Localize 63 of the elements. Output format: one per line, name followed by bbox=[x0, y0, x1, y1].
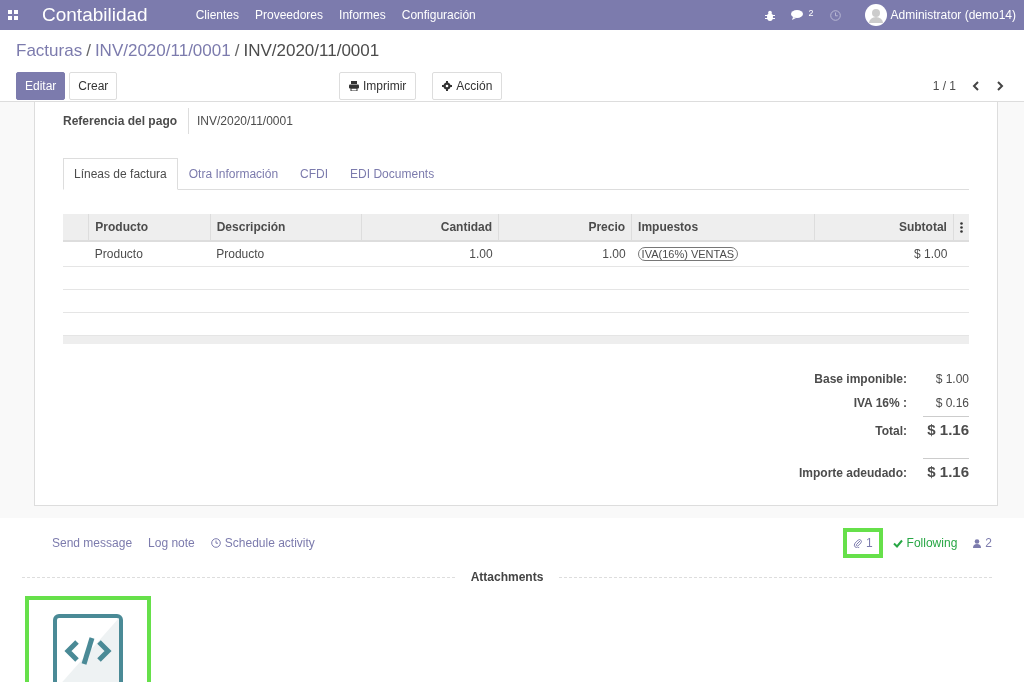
total-value: $ 1.00 bbox=[934, 371, 969, 388]
column-header[interactable]: Precio bbox=[498, 214, 632, 241]
bug-icon[interactable] bbox=[764, 9, 775, 21]
user-name[interactable]: Administrator (demo14) bbox=[890, 6, 1016, 24]
message-count: 2 bbox=[808, 9, 814, 18]
table-cell: 1.00 bbox=[498, 241, 632, 267]
breadcrumb: INV/2020/11/0001 bbox=[243, 40, 380, 62]
table-cell: Producto bbox=[88, 241, 211, 267]
chevron-left-icon[interactable] bbox=[972, 80, 980, 91]
chevron-right-icon[interactable] bbox=[996, 80, 1004, 91]
column-header[interactable]: Impuestos bbox=[631, 214, 815, 241]
total-value: $ 0.16 bbox=[934, 395, 969, 412]
menu-item[interactable]: Informes bbox=[339, 6, 386, 24]
menu-item[interactable]: Proveedores bbox=[255, 6, 324, 24]
following-button[interactable]: Following bbox=[892, 534, 958, 552]
total-value: $ 1.16 bbox=[923, 457, 969, 483]
create-button[interactable]: Crear bbox=[69, 71, 118, 100]
column-header[interactable]: Descripción bbox=[210, 214, 362, 241]
menu-item[interactable]: Configuración bbox=[401, 6, 476, 24]
app-title: Contabilidad bbox=[42, 2, 148, 27]
schedule-activity-link[interactable]: Schedule activity bbox=[210, 534, 315, 552]
total-label: Importe adeudado: bbox=[799, 464, 908, 482]
breadcrumb-separator: / bbox=[86, 40, 91, 62]
edit-button[interactable]: Editar bbox=[16, 71, 66, 100]
apps-menu-icon[interactable] bbox=[8, 10, 18, 20]
table-cell: Producto bbox=[210, 241, 362, 267]
chatter-link[interactable]: Log note bbox=[148, 534, 195, 552]
table-cell: $ 1.00 bbox=[814, 241, 954, 267]
clock-icon bbox=[210, 538, 221, 548]
chat-icon[interactable] bbox=[790, 9, 805, 21]
tab[interactable]: EDI Documents bbox=[339, 158, 446, 190]
attachments-heading: Attachments bbox=[470, 569, 544, 586]
chatter-link[interactable]: Send message bbox=[52, 534, 133, 552]
avatar-icon[interactable] bbox=[864, 4, 887, 26]
pager-value: 1 / 1 bbox=[932, 77, 956, 95]
followers-button[interactable]: 2 bbox=[973, 534, 992, 552]
tab[interactable]: Líneas de factura bbox=[63, 158, 178, 190]
user-icon bbox=[973, 538, 982, 548]
breadcrumb[interactable]: INV/2020/11/0001 bbox=[94, 38, 231, 64]
column-header[interactable]: Cantidad bbox=[361, 214, 499, 241]
gear-icon bbox=[442, 80, 453, 91]
total-label: IVA 16% : bbox=[853, 395, 908, 412]
print-button[interactable]: Imprimir bbox=[339, 71, 417, 100]
attachment-count-button[interactable]: 1 bbox=[848, 534, 877, 552]
total-value: $ 1.16 bbox=[923, 416, 969, 442]
menu-item[interactable]: Clientes bbox=[195, 6, 239, 24]
tab[interactable]: Otra Información bbox=[177, 158, 290, 190]
check-icon bbox=[892, 538, 903, 548]
more-options-icon[interactable] bbox=[959, 222, 963, 234]
breadcrumb-separator: / bbox=[234, 40, 240, 62]
action-button[interactable]: Acción bbox=[432, 71, 503, 100]
field-label: Referencia del pago bbox=[63, 108, 189, 134]
field-value: INV/2020/11/0001 bbox=[196, 113, 293, 130]
printer-icon bbox=[349, 80, 359, 91]
table-cell: 1.00 bbox=[361, 241, 499, 267]
total-label: Total: bbox=[875, 423, 908, 440]
tab[interactable]: CFDI bbox=[289, 158, 340, 190]
total-label: Base imponible: bbox=[814, 371, 908, 388]
paperclip-icon bbox=[852, 538, 862, 548]
column-header[interactable]: Producto bbox=[88, 214, 211, 241]
code-file-icon bbox=[53, 614, 123, 682]
breadcrumb[interactable]: Facturas bbox=[16, 38, 83, 64]
column-header[interactable]: Subtotal bbox=[814, 214, 954, 241]
